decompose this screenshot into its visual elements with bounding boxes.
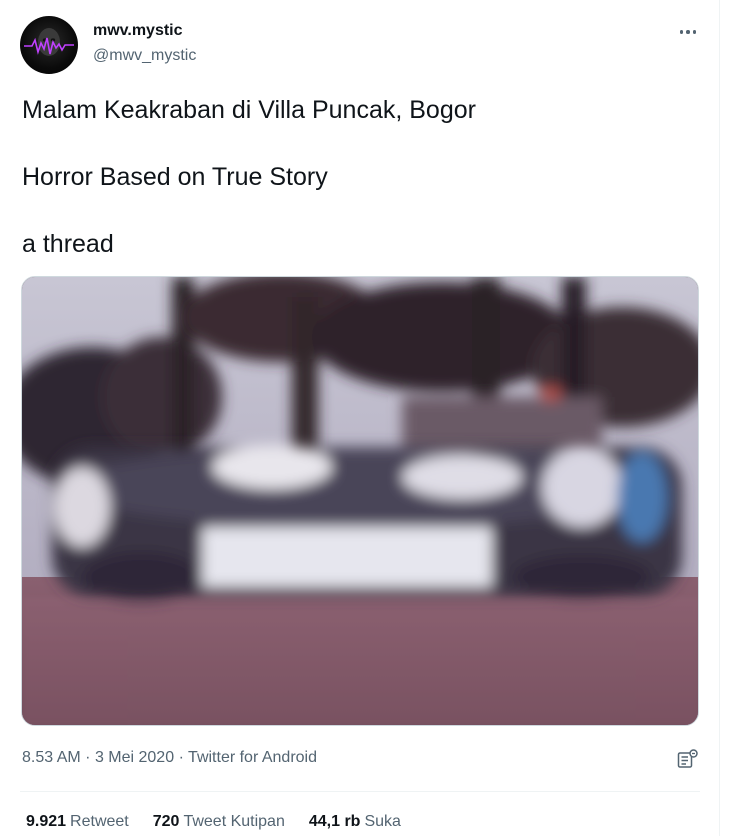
tweet-detail: mwv.mystic @mwv_mystic Malam Keakraban d… <box>0 0 720 836</box>
quotes-label: Tweet Kutipan <box>183 813 285 830</box>
tweet-stats: 9.921 Retweet 720 Tweet Kutipan 44,1 rb Suk… <box>26 813 425 831</box>
avatar[interactable] <box>20 16 78 74</box>
retweets-stat[interactable]: 9.921 Retweet <box>26 813 129 831</box>
meta-separator: · <box>85 749 95 766</box>
author-handle[interactable]: @mwv_mystic <box>93 47 196 65</box>
more-options-button[interactable] <box>670 18 706 46</box>
tweet-text-line: Horror Based on True Story <box>22 163 328 191</box>
quotes-count: 720 <box>152 813 180 830</box>
more-icon <box>679 30 684 34</box>
waveform-avatar-icon <box>24 28 74 56</box>
tweet-source[interactable]: Twitter for Android <box>188 749 317 766</box>
retweets-count: 9.921 <box>26 813 67 830</box>
more-icon-dot <box>686 30 690 34</box>
tweet-text-line: Malam Keakraban di Villa Puncak, Bogor <box>22 96 476 124</box>
meta-separator: · <box>178 749 189 766</box>
tweet-text-line: a thread <box>22 230 114 258</box>
tweet-date[interactable]: 3 Mei 2020 <box>95 749 174 766</box>
tweet-metadata: 8.53 AM · 3 Mei 2020 · Twitter for Andro… <box>22 749 317 767</box>
tweet-text: Malam Keakraban di Villa Puncak, Bogor H… <box>22 94 702 295</box>
likes-label: Suka <box>364 813 401 830</box>
likes-count: 44,1 rb <box>308 813 361 830</box>
tweet-media-photo[interactable] <box>21 276 699 726</box>
group-photo-image <box>22 277 698 725</box>
analytics-icon[interactable] <box>675 748 699 772</box>
retweets-label: Retweet <box>70 813 129 830</box>
tweet-time[interactable]: 8.53 AM <box>22 749 81 766</box>
quote-tweets-stat[interactable]: 720 Tweet Kutipan <box>153 813 285 831</box>
more-icon-dot <box>692 30 697 34</box>
analytics-icon-glyph <box>677 749 698 768</box>
likes-stat[interactable]: 44,1 rb Suka <box>309 813 401 831</box>
author-display-name[interactable]: mwv.mystic <box>93 22 183 40</box>
divider <box>20 791 700 792</box>
